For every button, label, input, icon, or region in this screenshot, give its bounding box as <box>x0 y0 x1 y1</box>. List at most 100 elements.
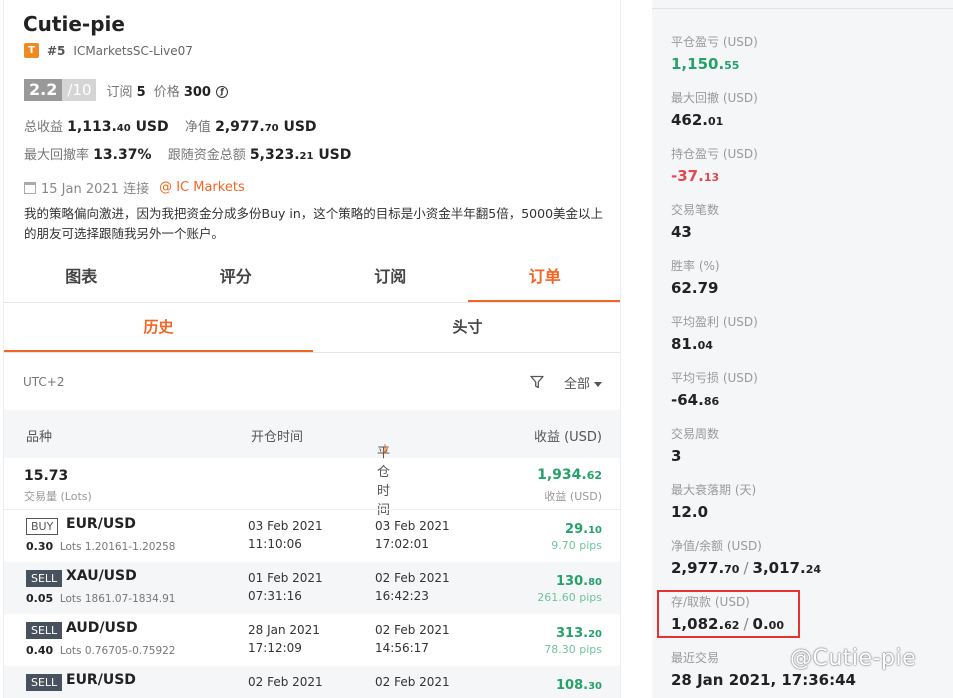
summary-lots: 15.73 <box>24 468 69 484</box>
drawdown-row: 最大回撤率 13.37% 跟随资金总额 5,323.21 USD <box>24 144 351 163</box>
side-badge: SELL <box>26 570 63 587</box>
stats-panel: 平仓盈亏 (USD) 1,150.55 最大回撤 (USD) 462.01 持仓… <box>652 0 953 698</box>
side-badge: BUY <box>26 518 59 535</box>
summary-lots-label: 交易量 (Lots) <box>24 490 92 503</box>
row-open-date: 03 Feb 2021 <box>248 519 323 533</box>
stat-label: 平均亏损 (USD) <box>671 371 758 385</box>
tab-subscribe[interactable]: 订阅 <box>313 253 468 302</box>
row-lots: 0.40 Lots 0.76705-0.75922 <box>26 644 176 657</box>
total-profit-label: 总收益 <box>24 120 64 135</box>
row-symbol: AUD/USD <box>66 620 138 636</box>
equity-value: 2,977.70 USD <box>215 119 317 135</box>
order-subtabs: 历史 头寸 <box>4 303 620 353</box>
row-close-time: 16:42:23 <box>375 589 429 603</box>
main-tabs: 图表 评分 订阅 订单 <box>4 253 620 303</box>
coin-icon: ƒ <box>216 86 229 98</box>
total-profit-value: 1,113.40 USD <box>67 119 169 135</box>
row-open-date: 01 Feb 2021 <box>248 571 323 585</box>
row-close-date: 03 Feb 2021 <box>375 519 450 533</box>
row-open-time: 17:12:09 <box>248 641 302 655</box>
row-symbol: EUR/USD <box>66 516 136 532</box>
follow-funds-label: 跟随资金总额 <box>167 148 246 163</box>
rank-row: T #5 ICMarketsSC-Live07 <box>24 43 193 58</box>
timezone: UTC+2 <box>23 375 65 389</box>
row-close-date: 02 Feb 2021 <box>375 571 450 585</box>
strategy-description: 我的策略偏向激进，因为我把资金分成多份Buy in，这个策略的目标是小资金半年翻… <box>24 206 604 241</box>
row-pips: 261.60 pips <box>537 591 602 604</box>
stat-label: 交易笔数 <box>671 203 720 217</box>
col-symbol[interactable]: 品种 <box>26 426 52 445</box>
price-value: 300 <box>183 84 211 100</box>
row-lots: 0.30 Lots 1.20161-1.20258 <box>26 540 176 553</box>
filter-icon[interactable] <box>530 375 544 389</box>
max-drawdown-value: 13.37% <box>93 147 152 163</box>
broker-link[interactable]: @ IC Markets <box>159 180 245 195</box>
stat-label: 最大回撤 (USD) <box>671 91 758 105</box>
col-open-time[interactable]: 开仓时间 <box>251 426 303 445</box>
row-symbol: XAU/USD <box>66 568 137 584</box>
price-label: 价格 <box>153 84 180 100</box>
table-row[interactable]: SELL AUD/USD 0.40 Lots 0.76705-0.75922 2… <box>4 614 620 666</box>
stat-label: 净值/余额 (USD) <box>671 539 762 553</box>
row-pips: 9.70 pips <box>551 539 602 552</box>
sort-desc-icon: ↓ <box>380 442 391 456</box>
subtab-history[interactable]: 历史 <box>4 303 313 352</box>
tab-rating[interactable]: 评分 <box>159 253 314 302</box>
row-lots: 0.05 Lots 1861.07-1834.91 <box>26 592 176 605</box>
stat-label: 胜率 (%) <box>671 259 720 273</box>
side-badge: SELL <box>26 622 63 639</box>
divider <box>652 8 953 9</box>
row-profit: 108.30 <box>556 678 602 693</box>
stat-label: 平均盈利 (USD) <box>671 315 758 329</box>
connection-row: 15 Jan 2021 连接 @ IC Markets <box>24 178 245 197</box>
toolbar: UTC+2 全部 <box>4 353 620 410</box>
tab-orders[interactable]: 订单 <box>467 253 620 302</box>
stat-equity-balance: 2,977.70/3,017.24 <box>671 559 821 577</box>
stat-max-decline: 12.0 <box>671 503 709 521</box>
row-close-time: 17:02:01 <box>375 537 429 551</box>
row-pips: 78.30 pips <box>544 643 602 656</box>
row-profit: 130.80 <box>556 574 602 589</box>
table-header: 品种 开仓时间 平仓时间 ↓ 收益 (USD) <box>4 410 620 518</box>
row-profit: 313.20 <box>556 626 602 641</box>
subscribe-count: 订阅 5 <box>106 81 145 100</box>
subtab-positions[interactable]: 头寸 <box>313 303 620 352</box>
filter-dropdown[interactable]: 全部 <box>564 373 603 392</box>
col-profit[interactable]: 收益 (USD) <box>534 426 602 445</box>
equity-label: 净值 <box>184 120 211 135</box>
rank: #5 <box>47 43 66 58</box>
stat-label: 持仓盈亏 (USD) <box>671 147 758 161</box>
subscribe-value: 5 <box>136 84 146 100</box>
table-row[interactable]: SELL XAU/USD 0.05 Lots 1861.07-1834.91 0… <box>4 562 620 614</box>
stat-closed-pl: 1,150.55 <box>671 55 740 73</box>
stat-label: 最近交易 <box>671 651 720 665</box>
side-badge: SELL <box>26 674 63 691</box>
subscribe-label: 订阅 <box>106 84 133 100</box>
score-row: 2.2 /10 订阅 5 价格 300 ƒ <box>24 79 229 101</box>
stat-max-drawdown: 462.01 <box>671 111 724 129</box>
stat-last-trade: 28 Jan 2021, 17:36:44 <box>671 671 856 689</box>
row-close-date: 02 Feb 2021 <box>375 675 450 689</box>
row-open-date: 02 Feb 2021 <box>248 675 323 689</box>
row-symbol: EUR/USD <box>66 672 136 688</box>
table-row[interactable]: SELL EUR/USD 02 Feb 2021 02 Feb 2021 108… <box>4 666 620 698</box>
trader-badge-icon: T <box>24 43 39 58</box>
connected-date: 15 Jan 2021 连接 <box>41 182 150 197</box>
stat-label: 最大衰落期 (天) <box>671 483 757 497</box>
row-close-time: 14:56:17 <box>375 641 429 655</box>
summary-profit: 1,934.62 <box>537 467 602 483</box>
highlight-box <box>657 590 800 638</box>
table-row[interactable]: BUY EUR/USD 0.30 Lots 1.20161-1.20258 03… <box>4 510 620 562</box>
summary-row: 15.73 交易量 (Lots) 1,934.62 收益 (USD) <box>4 458 620 510</box>
score-badge: 2.2 /10 <box>24 79 97 101</box>
price: 价格 300 ƒ <box>153 81 229 100</box>
stat-trades: 43 <box>671 223 692 241</box>
stat-label: 交易周数 <box>671 427 720 441</box>
stat-win-rate: 62.79 <box>671 279 719 297</box>
row-profit: 29.10 <box>565 522 602 537</box>
stat-label: 平仓盈亏 (USD) <box>671 35 758 49</box>
account-server: ICMarketsSC-Live07 <box>73 43 193 58</box>
stat-avg-loss: -64.86 <box>671 391 720 409</box>
signal-panel: Cutie-pie T #5 ICMarketsSC-Live07 2.2 /1… <box>3 0 621 698</box>
tab-chart[interactable]: 图表 <box>4 253 159 302</box>
